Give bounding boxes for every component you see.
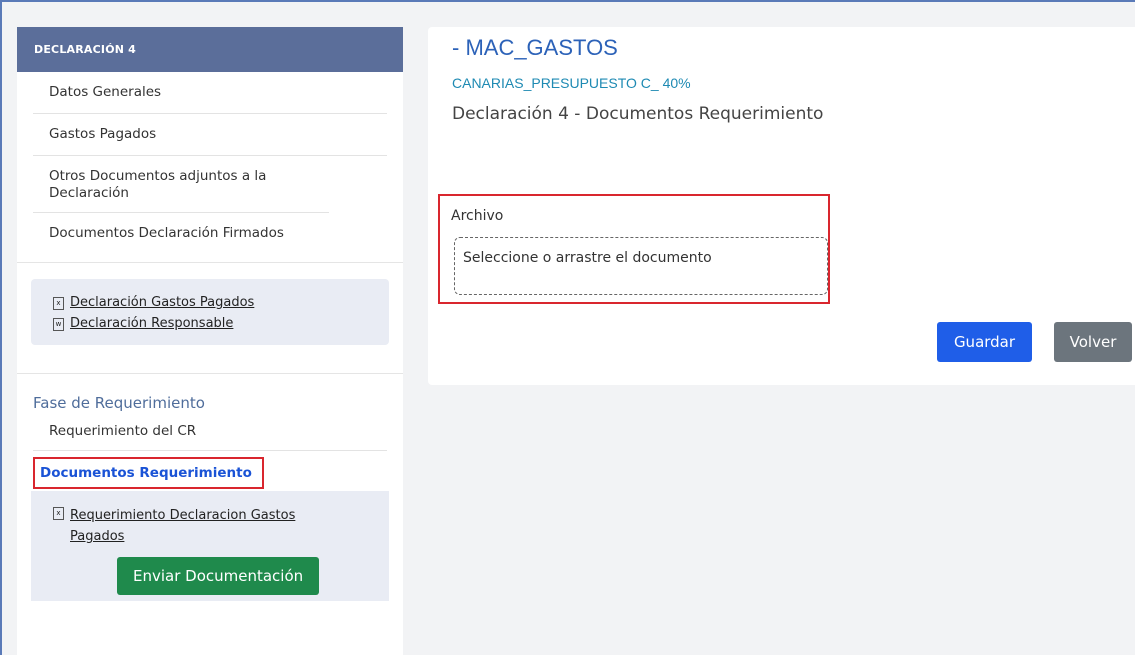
back-button[interactable]: Volver bbox=[1054, 322, 1132, 362]
window-top-border bbox=[0, 0, 1135, 2]
active-item-wrapper: Documentos Requerimiento bbox=[33, 451, 387, 491]
sidebar: DECLARACIÓN 4 Datos Generales Gastos Pag… bbox=[17, 27, 403, 655]
file-field-label: Archivo bbox=[451, 208, 504, 224]
sidebar-divider bbox=[17, 373, 403, 374]
phase-title: Fase de Requerimiento bbox=[33, 394, 205, 412]
page-subtitle: CANARIAS_PRESUPUESTO C_ 40% bbox=[452, 75, 691, 91]
sidebar-item-documentos-firmados[interactable]: Documentos Declaración Firmados bbox=[33, 213, 387, 262]
sidebar-divider bbox=[17, 262, 403, 263]
doc-link-label[interactable]: Declaración Responsable bbox=[70, 316, 233, 332]
sidebar-nav: Datos Generales Gastos Pagados Otros Doc… bbox=[33, 72, 387, 262]
file-dropzone[interactable]: Seleccione o arrastre el documento bbox=[454, 237, 828, 295]
requirement-documents-box: x Requerimiento Declaracion Gastos Pagad… bbox=[31, 491, 389, 601]
doc-link-label[interactable]: Requerimiento Declaracion Gastos Pagados bbox=[70, 505, 310, 547]
doc-link-gastos-pagados[interactable]: x Declaración Gastos Pagados bbox=[53, 295, 389, 311]
sidebar-item-datos-generales[interactable]: Datos Generales bbox=[33, 72, 387, 114]
file-field-highlight: Archivo Seleccione o arrastre el documen… bbox=[438, 194, 830, 304]
sidebar-item-otros-documentos[interactable]: Otros Documentos adjuntos a la Declaraci… bbox=[33, 156, 329, 213]
word-file-icon: w bbox=[53, 318, 64, 331]
sidebar-item-gastos-pagados[interactable]: Gastos Pagados bbox=[33, 114, 387, 156]
sidebar-header: DECLARACIÓN 4 bbox=[17, 27, 403, 72]
excel-file-icon: x bbox=[53, 507, 64, 520]
excel-file-icon: x bbox=[53, 297, 64, 310]
sidebar-item-documentos-requerimiento[interactable]: Documentos Requerimiento bbox=[33, 457, 264, 489]
page-title: - MAC_GASTOS bbox=[452, 35, 618, 60]
section-title: Declaración 4 - Documentos Requerimiento bbox=[452, 104, 824, 124]
declaration-documents-box: x Declaración Gastos Pagados w Declaraci… bbox=[31, 279, 389, 345]
doc-link-responsable[interactable]: w Declaración Responsable bbox=[53, 316, 389, 332]
doc-link-label[interactable]: Declaración Gastos Pagados bbox=[70, 295, 254, 311]
main-card: - MAC_GASTOS CANARIAS_PRESUPUESTO C_ 40%… bbox=[428, 27, 1135, 385]
doc-link-requerimiento[interactable]: x Requerimiento Declaracion Gastos Pagad… bbox=[53, 505, 389, 547]
send-documentation-button[interactable]: Enviar Documentación bbox=[117, 557, 320, 595]
sidebar-item-requerimiento-cr[interactable]: Requerimiento del CR bbox=[33, 412, 387, 451]
window-left-border bbox=[0, 0, 2, 655]
save-button[interactable]: Guardar bbox=[937, 322, 1032, 362]
